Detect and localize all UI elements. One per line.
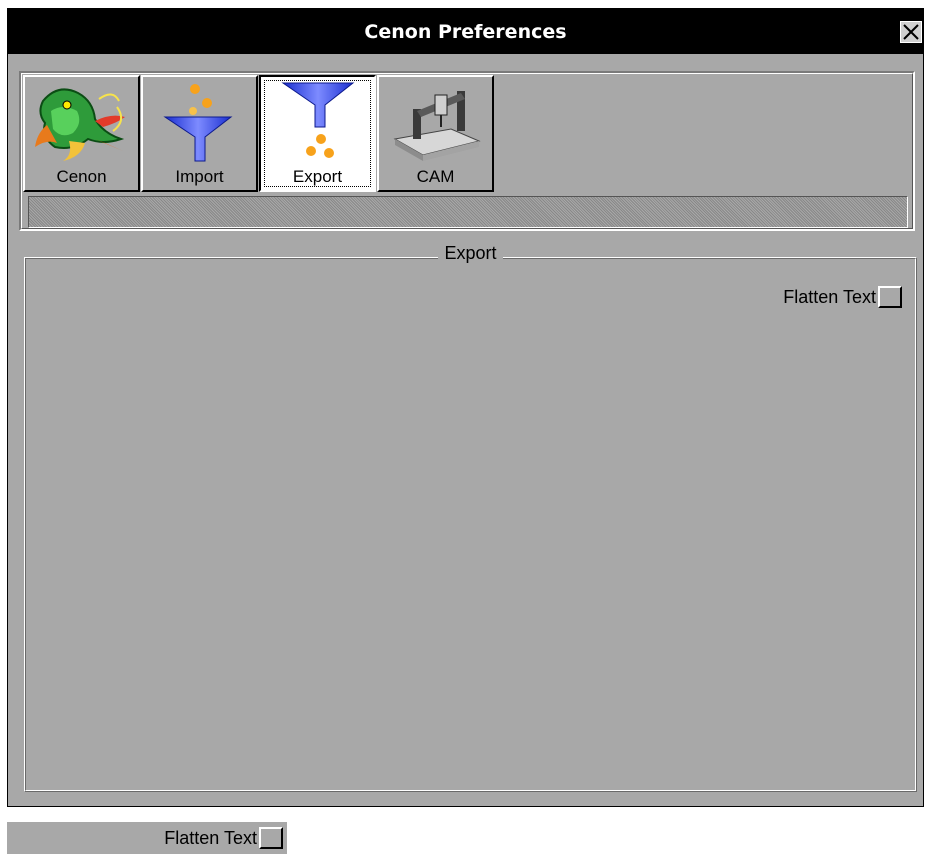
detached-flatten-text-switch[interactable]: Flatten Text (7, 822, 287, 854)
titlebar[interactable]: Cenon Preferences (8, 9, 923, 54)
export-group-box: Export Flatten Text (24, 243, 917, 792)
detached-flatten-text-checkbox[interactable] (259, 827, 283, 849)
module-label-cam: CAM (416, 167, 455, 186)
group-title: Export (25, 243, 916, 264)
funnel-export-icon (281, 82, 355, 158)
flatten-text-label: Flatten Text (783, 286, 876, 307)
module-label-export: Export (292, 167, 343, 186)
module-button-cam[interactable]: CAM (377, 75, 494, 192)
module-button-import[interactable]: Import (141, 75, 258, 192)
flatten-text-switch[interactable]: Flatten Text (783, 286, 902, 308)
module-label-cenon: Cenon (56, 167, 107, 186)
module-label-import: Import (175, 167, 224, 186)
preferences-window: Cenon Preferences Cenon Import Export CA… (7, 8, 924, 807)
module-button-cenon[interactable]: Cenon (23, 75, 140, 192)
window-title: Cenon Preferences (364, 20, 567, 43)
module-toolbar: Cenon Import Export CAM (19, 71, 915, 231)
funnel-import-icon (163, 84, 233, 162)
detached-flatten-text-label: Flatten Text (164, 827, 257, 848)
cnc-machine-icon (393, 91, 481, 161)
toolbar-scrollbar[interactable] (28, 196, 908, 228)
close-icon (903, 24, 919, 40)
close-button[interactable] (900, 21, 922, 43)
dragon-icon (35, 88, 125, 161)
flatten-text-checkbox[interactable] (878, 286, 902, 308)
module-button-export[interactable]: Export (259, 75, 376, 192)
